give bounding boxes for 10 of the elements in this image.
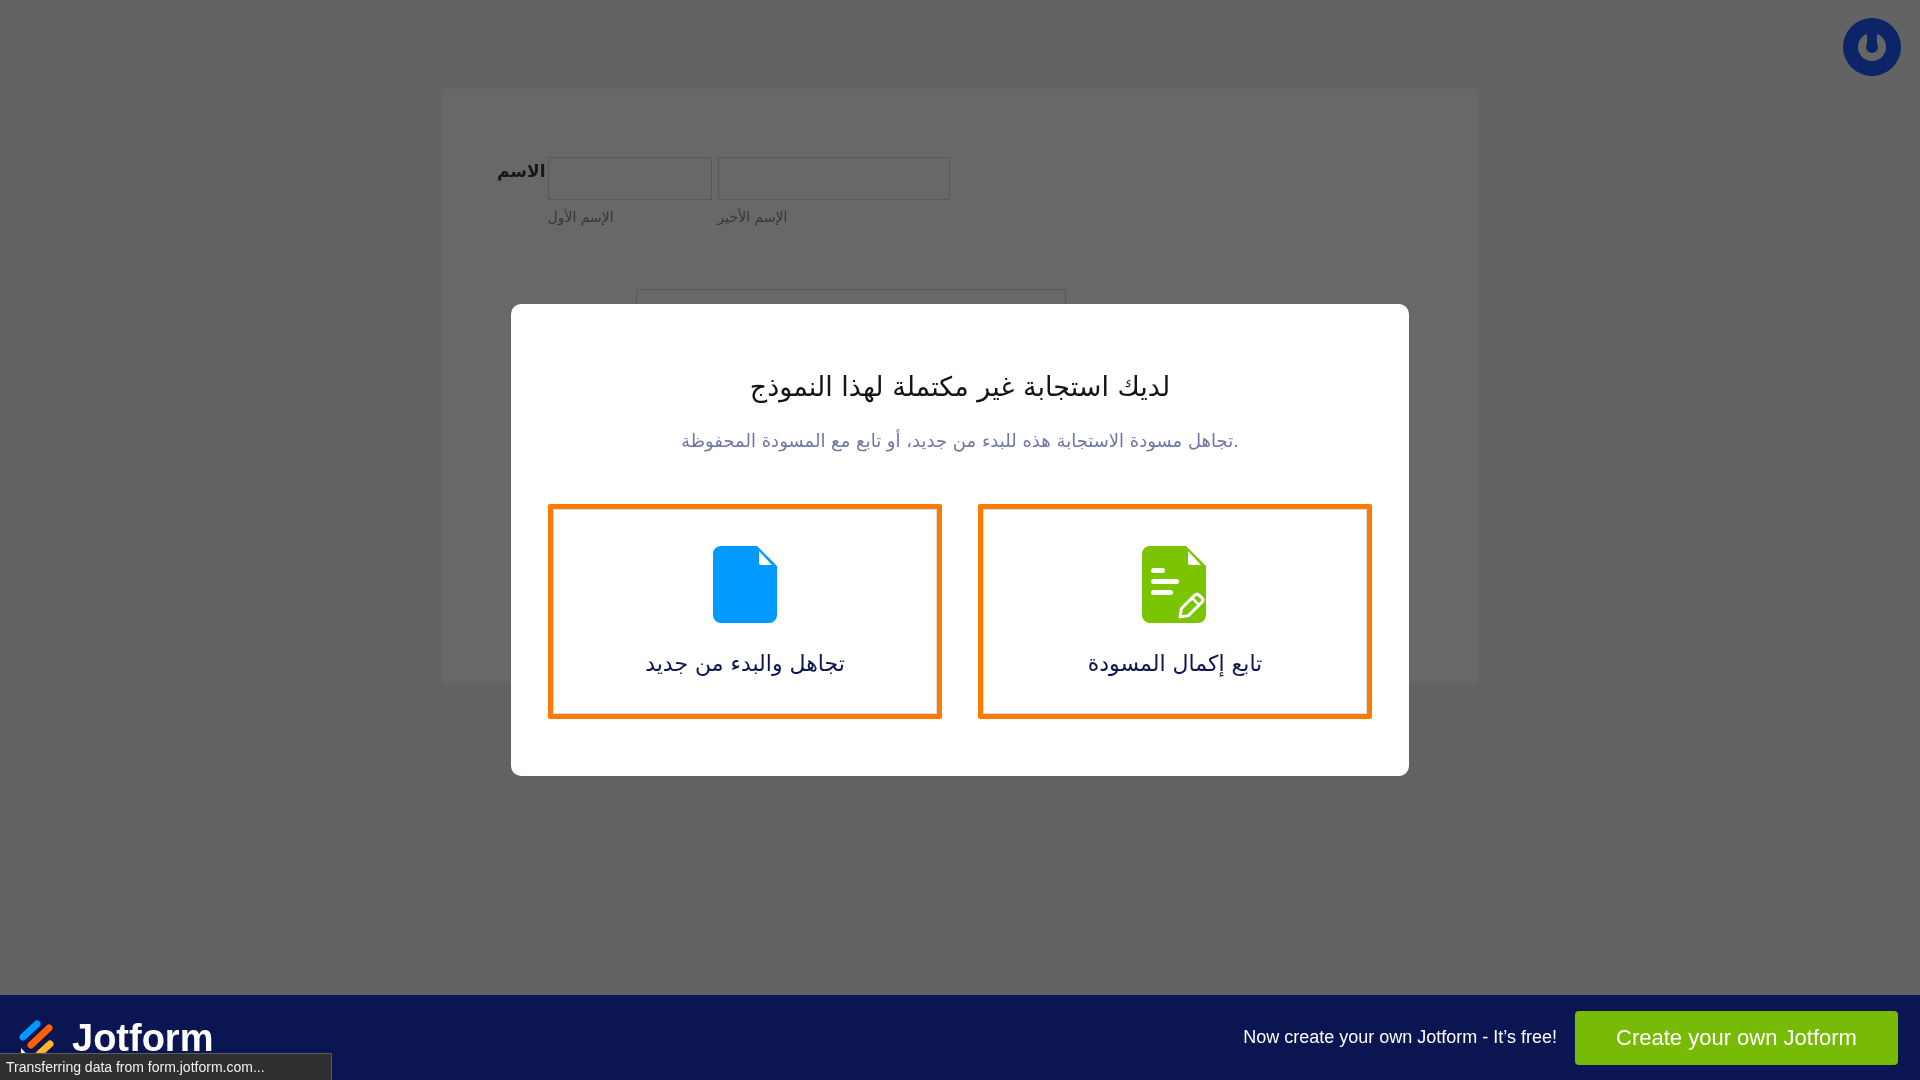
dialog-title: لديك استجابة غير مكتملة لهذا النموذج [749,370,1171,405]
status-tooltip: Transferring data from form.jotform.com... [0,1053,332,1080]
field-label: الاسم [497,160,546,183]
promo-text: Now create your own Jotform - It’s free! [1243,1027,1557,1048]
document-icon [713,546,777,623]
option-card[interactable]: تابع إكمال المسودة [978,504,1372,719]
option-card[interactable]: تجاهل والبدء من جديد [548,504,942,719]
dialog-subtitle: تجاهل مسودة الاستجابة هذه للبدء من جديد، أو تابع مع المسودة المحفوظة. [681,428,1239,454]
power-icon[interactable] [1843,18,1901,76]
document-pencil-icon [1142,546,1208,623]
